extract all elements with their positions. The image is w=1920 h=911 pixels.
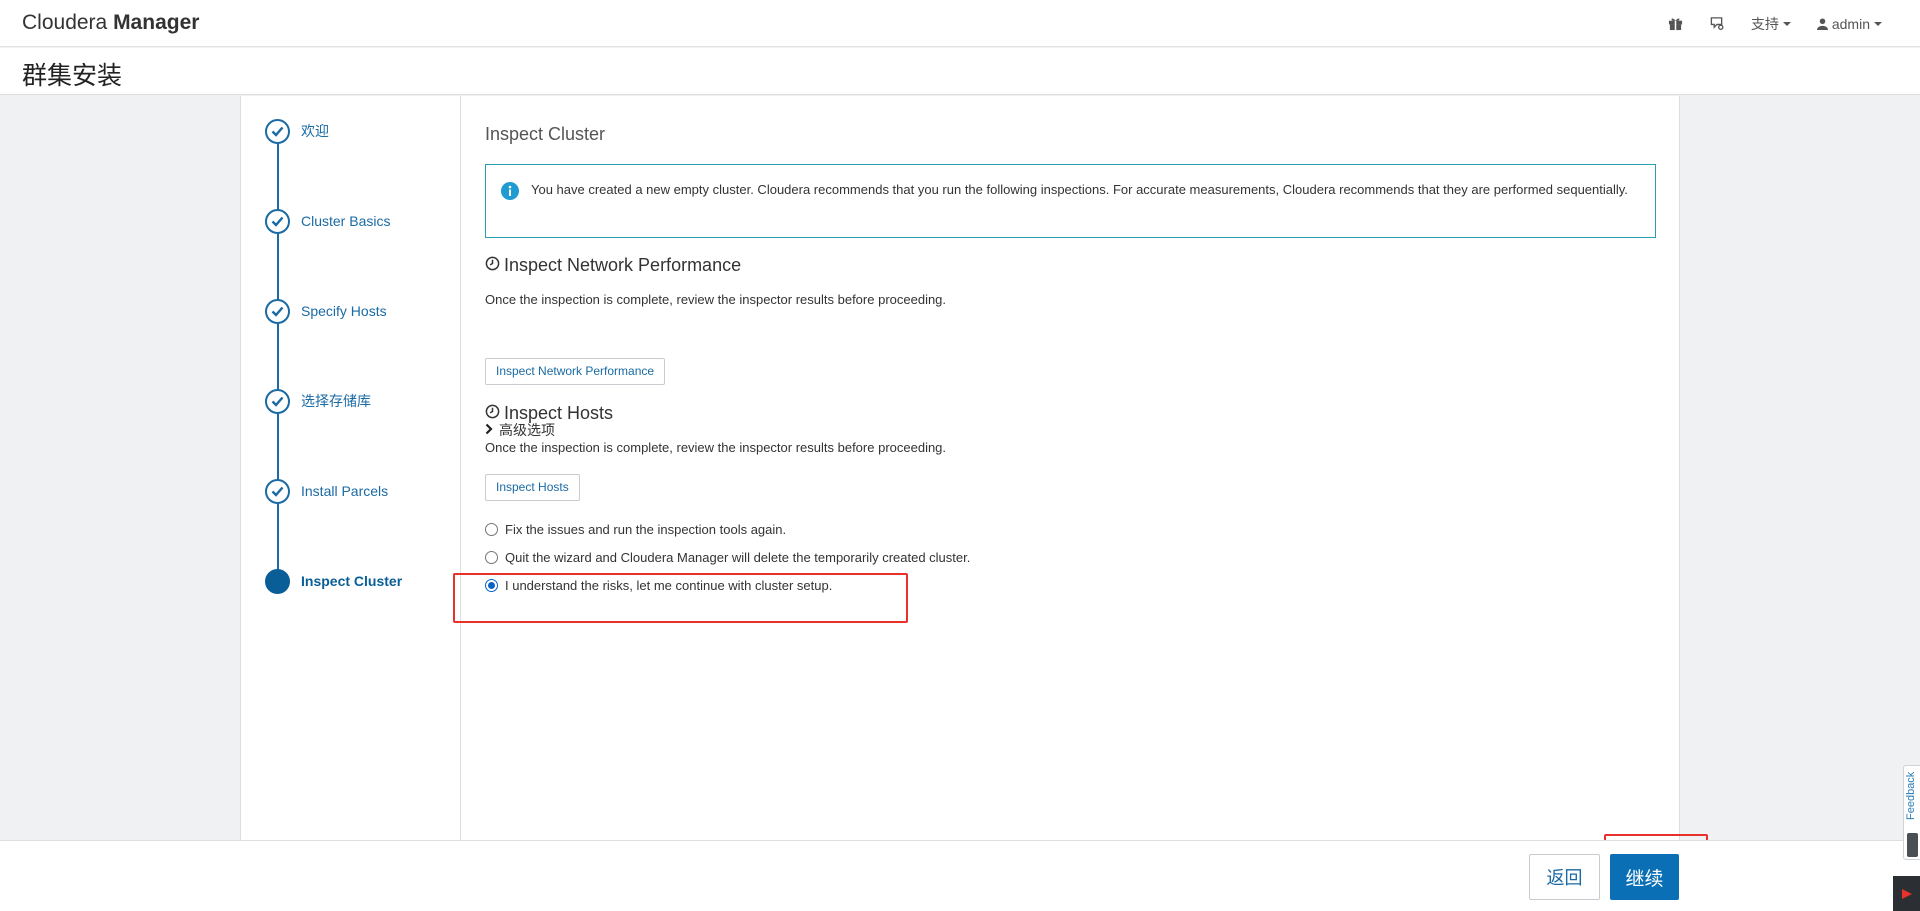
step-label: Install Parcels — [301, 483, 389, 499]
clock-icon — [485, 403, 504, 424]
current-step-icon — [265, 568, 290, 594]
step-select-repository[interactable]: 选择存储库 — [265, 388, 371, 414]
check-icon — [265, 478, 290, 504]
feedback-tab[interactable]: Feedback — [1903, 765, 1920, 860]
tour-icon — [1709, 16, 1725, 31]
feedback-label: Feedback — [1905, 772, 1917, 821]
step-label: 欢迎 — [301, 123, 329, 139]
user-label: admin — [1831, 15, 1870, 32]
radio-button[interactable] — [485, 550, 498, 564]
support-menu[interactable]: 支持 — [1751, 14, 1791, 34]
inspect-hosts-button[interactable]: Inspect Hosts — [485, 474, 580, 501]
wizard-panel: 欢迎 Cluster Basics Specify Hosts 选择存储库 In — [240, 96, 1680, 840]
content-title: Inspect Cluster — [485, 124, 606, 144]
step-label: Specify Hosts — [301, 303, 387, 319]
brand-name-light: Cloudera — [22, 11, 114, 34]
step-inspect-cluster[interactable]: Inspect Cluster — [265, 568, 402, 594]
user-menu[interactable]: admin — [1816, 15, 1882, 32]
steps-connector-line — [277, 132, 279, 582]
step-install-parcels[interactable]: Install Parcels — [265, 478, 388, 504]
info-text: You have created a new empty cluster. Cl… — [531, 182, 1628, 197]
chevron-down-icon — [1782, 21, 1791, 26]
drag-handle-icon[interactable] — [1907, 833, 1918, 857]
network-title-text: Inspect Network Performance — [504, 255, 742, 275]
step-label: Inspect Cluster — [301, 573, 403, 589]
inspect-network-button[interactable]: Inspect Network Performance — [485, 358, 666, 385]
info-alert: You have created a new empty cluster. Cl… — [485, 164, 1656, 238]
step-welcome[interactable]: 欢迎 — [265, 118, 329, 144]
info-icon — [501, 182, 519, 205]
page-header: 群集安装 — [0, 48, 1920, 95]
step-specify-hosts[interactable]: Specify Hosts — [265, 298, 387, 324]
back-button[interactable]: 返回 — [1529, 854, 1600, 900]
notification-icon[interactable] — [1893, 876, 1920, 911]
brand-name-bold: Manager — [113, 11, 200, 34]
wizard-footer: 返回 继续 — [0, 840, 1920, 911]
chevron-down-icon — [1874, 21, 1882, 26]
step-cluster-basics[interactable]: Cluster Basics — [265, 208, 390, 234]
radio-button-selected[interactable] — [485, 578, 498, 592]
page-title: 群集安装 — [22, 62, 123, 90]
check-icon — [265, 208, 290, 234]
option-label: Fix the issues and run the inspection to… — [505, 521, 787, 537]
option-fix-issues[interactable]: Fix the issues and run the inspection to… — [485, 520, 786, 538]
option-quit-wizard[interactable]: Quit the wizard and Cloudera Manager wil… — [485, 548, 970, 566]
support-label: 支持 — [1750, 15, 1779, 32]
step-label: Cluster Basics — [301, 213, 391, 229]
radio-button[interactable] — [485, 522, 498, 536]
check-icon — [265, 118, 290, 144]
option-label: Quit the wizard and Cloudera Manager wil… — [505, 549, 971, 565]
gift-button[interactable] — [1668, 16, 1683, 31]
brand-logo[interactable]: Cloudera Manager — [22, 11, 199, 35]
top-navbar: Cloudera Manager 支持 admin — [0, 0, 1920, 47]
gift-icon — [1668, 16, 1683, 31]
step-label: 选择存储库 — [301, 393, 371, 409]
option-label: I understand the risks, let me continue … — [505, 577, 833, 593]
wizard-steps: 欢迎 Cluster Basics Specify Hosts 选择存储库 In — [241, 96, 461, 840]
chevron-right-icon — [485, 422, 499, 438]
option-continue-setup[interactable]: I understand the risks, let me continue … — [485, 576, 832, 594]
hosts-section-title: Inspect Hosts — [485, 403, 613, 424]
hosts-description: Once the inspection is complete, review … — [485, 440, 947, 455]
check-icon — [265, 388, 290, 414]
continue-button[interactable]: 继续 — [1610, 854, 1679, 900]
user-icon — [1816, 18, 1828, 30]
check-icon — [265, 298, 290, 324]
hosts-title-text: Inspect Hosts — [504, 403, 614, 423]
clock-icon — [485, 255, 504, 276]
tour-button[interactable] — [1709, 16, 1725, 31]
top-nav-menu: 支持 admin — [1642, 0, 1882, 47]
network-description: Once the inspection is complete, review … — [485, 292, 947, 307]
network-section-title: Inspect Network Performance — [485, 255, 741, 276]
